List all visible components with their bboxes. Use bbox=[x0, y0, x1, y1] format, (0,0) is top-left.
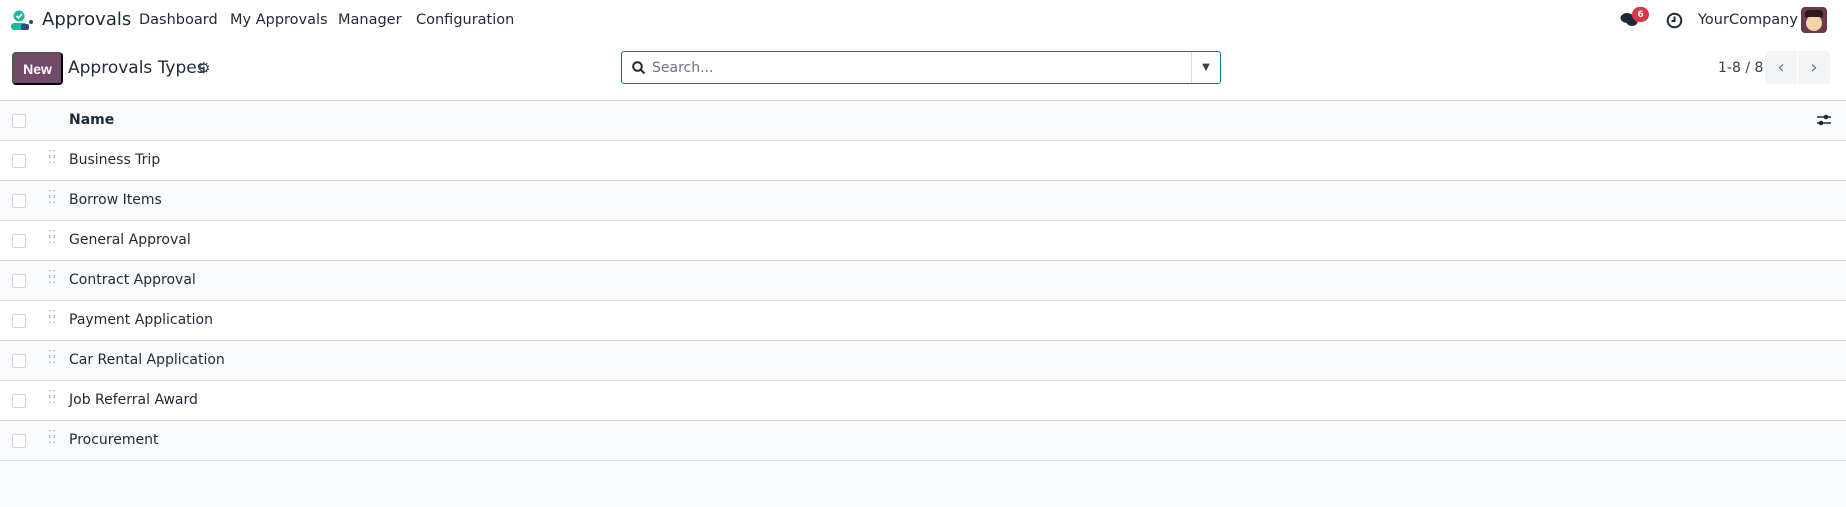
table-row[interactable]: ⁚⁚ ⁚⁚ Procurement bbox=[0, 421, 1846, 461]
row-checkbox[interactable] bbox=[12, 234, 26, 248]
drag-handle-icon[interactable]: ⁚⁚ ⁚⁚ bbox=[48, 309, 56, 326]
drag-handle-icon[interactable]: ⁚⁚ ⁚⁚ bbox=[48, 429, 56, 446]
chevron-right-icon: › bbox=[1810, 57, 1818, 78]
column-header-name[interactable]: Name bbox=[69, 112, 114, 128]
table-row[interactable]: ⁚⁚ ⁚⁚ Contract Approval bbox=[0, 261, 1846, 301]
new-button[interactable]: New bbox=[12, 52, 63, 85]
row-checkbox[interactable] bbox=[12, 354, 26, 368]
row-name: Job Referral Award bbox=[69, 392, 198, 408]
user-avatar[interactable] bbox=[1801, 7, 1827, 33]
caret-down-icon: ▼ bbox=[1202, 62, 1210, 73]
drag-handle-icon[interactable]: ⁚⁚ ⁚⁚ bbox=[48, 189, 56, 206]
row-checkbox[interactable] bbox=[12, 434, 26, 448]
drag-handle-icon[interactable]: ⁚⁚ ⁚⁚ bbox=[48, 229, 56, 246]
search-dropdown-toggle[interactable]: ▼ bbox=[1191, 52, 1220, 83]
optional-columns-icon[interactable] bbox=[1816, 113, 1832, 127]
row-name: Car Rental Application bbox=[69, 352, 225, 368]
menu-dashboard[interactable]: Dashboard bbox=[139, 12, 218, 28]
drag-handle-icon[interactable]: ⁚⁚ ⁚⁚ bbox=[48, 349, 56, 366]
table-row[interactable]: ⁚⁚ ⁚⁚ Business Trip bbox=[0, 141, 1846, 181]
list-header: Name bbox=[0, 101, 1846, 141]
pager-next-button[interactable]: › bbox=[1798, 51, 1830, 84]
row-checkbox[interactable] bbox=[12, 394, 26, 408]
search-input[interactable] bbox=[652, 58, 1172, 78]
row-checkbox[interactable] bbox=[12, 314, 26, 328]
control-panel: New Approvals Types ⚙ ▼ 1-8 / 8 ‹ › bbox=[0, 44, 1846, 101]
search-icon bbox=[632, 61, 646, 75]
row-name: Borrow Items bbox=[69, 192, 162, 208]
table-row[interactable]: ⁚⁚ ⁚⁚ Borrow Items bbox=[0, 181, 1846, 221]
chevron-left-icon: ‹ bbox=[1777, 57, 1785, 78]
page-title: Approvals Types bbox=[68, 58, 206, 78]
app-name[interactable]: Approvals bbox=[42, 9, 131, 30]
table-row[interactable]: ⁚⁚ ⁚⁚ General Approval bbox=[0, 221, 1846, 261]
pager-value[interactable]: 1-8 / 8 bbox=[1718, 60, 1763, 76]
select-all-checkbox[interactable] bbox=[12, 114, 26, 128]
row-checkbox[interactable] bbox=[12, 154, 26, 168]
table-row[interactable]: ⁚⁚ ⁚⁚ Payment Application bbox=[0, 301, 1846, 341]
top-navbar: Approvals Dashboard My Approvals Manager… bbox=[0, 0, 1846, 44]
row-checkbox[interactable] bbox=[12, 194, 26, 208]
table-row[interactable]: ⁚⁚ ⁚⁚ Car Rental Application bbox=[0, 341, 1846, 381]
approvals-app-icon[interactable] bbox=[10, 10, 34, 32]
drag-handle-icon[interactable]: ⁚⁚ ⁚⁚ bbox=[48, 389, 56, 406]
row-name: Procurement bbox=[69, 432, 159, 448]
menu-manager[interactable]: Manager bbox=[338, 12, 402, 28]
gear-icon[interactable]: ⚙ bbox=[197, 59, 210, 77]
row-name: Payment Application bbox=[69, 312, 213, 328]
row-name: Contract Approval bbox=[69, 272, 196, 288]
search-bar: ▼ bbox=[621, 51, 1221, 84]
row-name: Business Trip bbox=[69, 152, 161, 168]
drag-handle-icon[interactable]: ⁚⁚ ⁚⁚ bbox=[48, 149, 56, 166]
messages-badge: 6 bbox=[1632, 7, 1649, 22]
drag-handle-icon[interactable]: ⁚⁚ ⁚⁚ bbox=[48, 269, 56, 286]
pager-previous-button[interactable]: ‹ bbox=[1765, 51, 1797, 84]
menu-my-approvals[interactable]: My Approvals bbox=[230, 12, 328, 28]
table-row[interactable]: ⁚⁚ ⁚⁚ Job Referral Award bbox=[0, 381, 1846, 421]
row-name: General Approval bbox=[69, 232, 191, 248]
menu-configuration[interactable]: Configuration bbox=[416, 12, 514, 28]
row-checkbox[interactable] bbox=[12, 274, 26, 288]
company-switcher[interactable]: YourCompany bbox=[1698, 12, 1798, 28]
clock-icon[interactable] bbox=[1666, 12, 1683, 29]
